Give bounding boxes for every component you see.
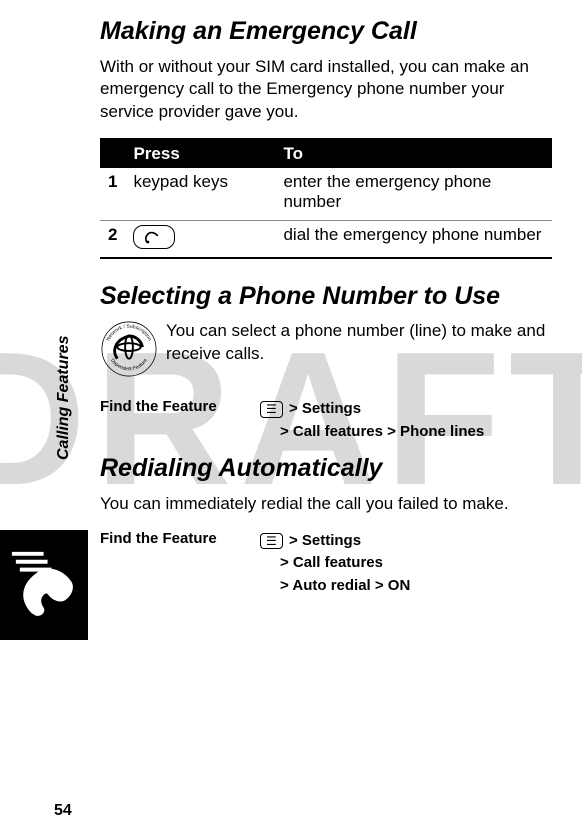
svg-text:Dependent Feature: Dependent Feature: [109, 358, 149, 373]
menu-key-icon: ☰: [260, 533, 283, 549]
table-header-to: To: [275, 139, 552, 168]
press-to-table: Press To 1 keypad keys enter the emergen…: [100, 138, 552, 259]
intro-emergency-call: With or without your SIM card installed,…: [100, 56, 552, 125]
table-row: 2 dial the emergency phone number: [100, 221, 552, 258]
heading-emergency-call: Making an Emergency Call: [100, 18, 552, 46]
path-segment: > Call features > Phone lines: [280, 423, 484, 440]
to-cell: dial the emergency phone number: [275, 221, 552, 258]
step-number: 1: [100, 168, 125, 221]
intro-redialing-auto: You can immediately redial the call you …: [100, 493, 552, 516]
press-cell: keypad keys: [125, 168, 275, 221]
feature-path: ☰ > Settings > Call features > Phone lin…: [260, 398, 552, 443]
path-segment: > Settings: [289, 400, 361, 417]
feature-path: ☰ > Settings > Call features > Auto redi…: [260, 530, 552, 598]
path-segment: > Auto redial > ON: [280, 577, 410, 594]
network-subscription-dependent-icon: Network / Subscription Dependent Feature: [100, 320, 158, 378]
heading-redialing-auto: Redialing Automatically: [100, 455, 552, 483]
table-header-press: Press: [125, 139, 275, 168]
intro-selecting-number: You can select a phone number (line) to …: [166, 320, 552, 366]
svg-text:Network / Subscription: Network / Subscription: [106, 324, 153, 343]
heading-selecting-number: Selecting a Phone Number to Use: [100, 283, 552, 311]
path-segment: > Call features: [280, 554, 383, 571]
find-the-feature-label: Find the Feature: [100, 398, 260, 415]
table-row: 1 keypad keys enter the emergency phone …: [100, 168, 552, 221]
path-segment: > Settings: [289, 532, 361, 549]
menu-key-icon: ☰: [260, 401, 283, 417]
find-the-feature-label: Find the Feature: [100, 530, 260, 547]
press-cell: [125, 221, 275, 258]
page-content: Making an Emergency Call With or without…: [0, 0, 582, 838]
to-cell: enter the emergency phone number: [275, 168, 552, 221]
step-number: 2: [100, 221, 125, 258]
send-key-icon: [133, 225, 175, 249]
